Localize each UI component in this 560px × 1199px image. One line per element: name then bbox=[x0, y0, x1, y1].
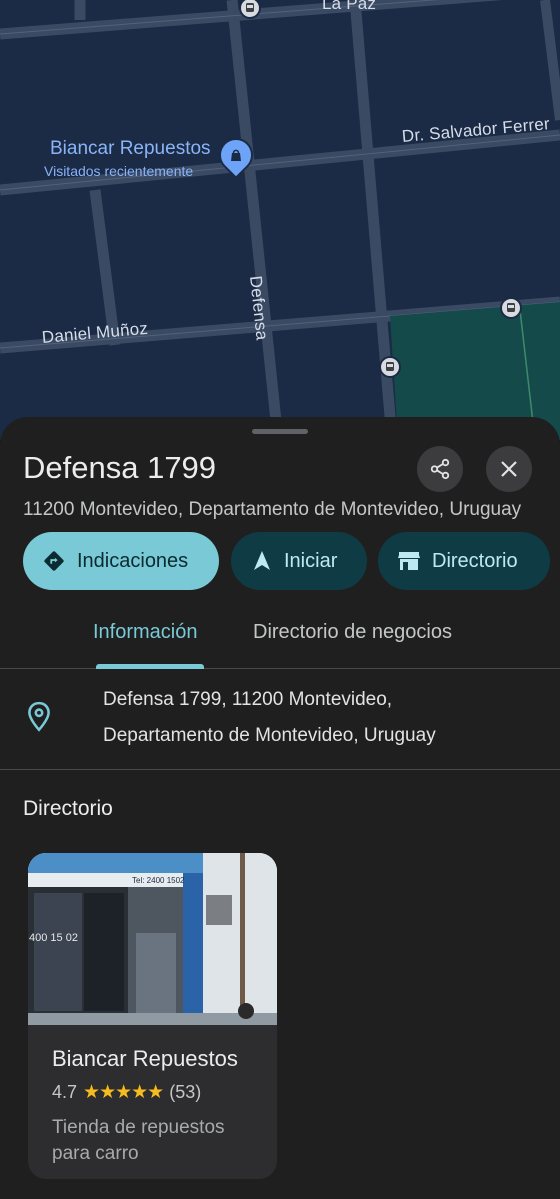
photo-sign-text: Tel: 2400 1502 bbox=[132, 876, 185, 885]
location-pin-icon bbox=[28, 701, 50, 732]
place-title: Defensa 1799 bbox=[23, 450, 217, 485]
photo-phone-text: 400 15 02 bbox=[29, 932, 78, 944]
tab-bar: Información Directorio de negocios bbox=[0, 607, 560, 669]
close-button[interactable] bbox=[486, 446, 532, 492]
start-button[interactable]: Iniciar bbox=[231, 532, 367, 590]
close-icon bbox=[501, 461, 517, 477]
map-view[interactable]: La Paz Dr. Salvador Ferrer Defensa Danie… bbox=[0, 0, 560, 440]
place-sheet: Defensa 1799 11200 Montevideo, Departame… bbox=[0, 417, 560, 1199]
review-count: (53) bbox=[169, 1082, 202, 1102]
store-icon bbox=[398, 552, 420, 570]
address-line-2: Departamento de Montevideo, Uruguay bbox=[103, 725, 436, 746]
tab-information[interactable]: Información bbox=[93, 621, 198, 644]
place-address: 11200 Montevideo, Departamento de Montev… bbox=[23, 499, 522, 520]
share-button[interactable] bbox=[417, 446, 463, 492]
share-icon bbox=[430, 458, 450, 480]
poi-label[interactable]: Biancar Repuestos bbox=[50, 138, 211, 160]
poi-subtitle: Visitados recientemente bbox=[44, 163, 194, 179]
bus-stop-icon[interactable] bbox=[379, 356, 401, 378]
business-category: Tienda de repuestos para carro bbox=[52, 1117, 225, 1164]
tab-business-directory[interactable]: Directorio de negocios bbox=[253, 621, 452, 644]
directions-label: Indicaciones bbox=[77, 549, 189, 572]
directory-section-title: Directorio bbox=[23, 797, 113, 820]
start-label: Iniciar bbox=[284, 549, 338, 572]
business-card[interactable]: 400 15 02 Tel: 2400 1502 Biancar Repuest… bbox=[28, 853, 277, 1179]
street-label-la-paz: La Paz bbox=[322, 0, 377, 13]
rating-value: 4.7 bbox=[52, 1082, 78, 1102]
directory-button[interactable]: Directorio bbox=[378, 532, 550, 590]
navigation-arrow-icon bbox=[254, 551, 270, 570]
street-grid bbox=[0, 0, 560, 440]
address-row[interactable]: Defensa 1799, 11200 Montevideo, Departam… bbox=[0, 669, 560, 770]
address-line-1: Defensa 1799, 11200 Montevideo, bbox=[103, 689, 393, 710]
bus-stop-icon[interactable] bbox=[500, 297, 522, 319]
drag-handle[interactable] bbox=[252, 429, 308, 434]
business-name: Biancar Repuestos bbox=[52, 1046, 238, 1071]
rating-row: 4.7 ★★★★★ (53) bbox=[52, 1081, 201, 1104]
directions-button[interactable]: Indicaciones bbox=[23, 532, 219, 590]
directory-label: Directorio bbox=[432, 549, 518, 572]
business-photo: 400 15 02 Tel: 2400 1502 bbox=[28, 853, 277, 1025]
directions-icon bbox=[44, 551, 64, 571]
star-rating-icon: ★★★★★ bbox=[83, 1082, 164, 1103]
